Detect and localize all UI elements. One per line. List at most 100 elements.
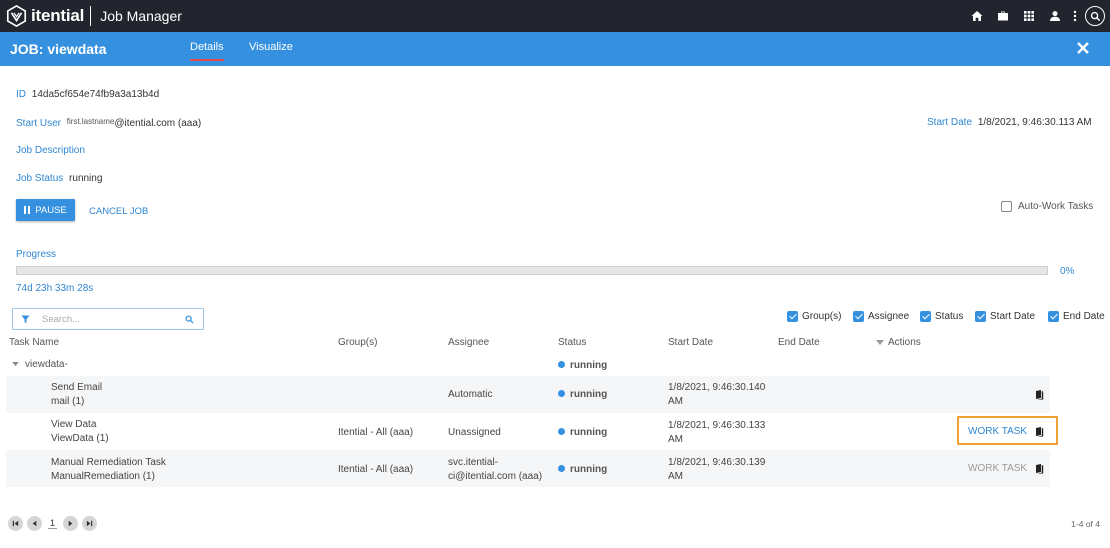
chevron-right-icon [68,520,73,527]
top-navigation-bar: itential Job Manager [0,0,1110,32]
header-assignee[interactable]: Assignee [448,337,489,348]
status-dot-icon [558,465,565,472]
job-header-bar: JOB: viewdata Details Visualize [0,32,1110,66]
pause-icon [24,206,31,214]
auto-work-tasks-toggle[interactable]: Auto-Work Tasks [1001,201,1093,212]
toggle-assignee-column[interactable]: Assignee [853,311,909,322]
brand-name: itential [31,6,85,25]
progress-bar [16,266,1048,275]
close-button[interactable] [1076,41,1090,55]
status-dot-icon [558,361,565,368]
groups-column-checkbox[interactable] [787,311,798,322]
start-date-column-label: Start Date [990,311,1036,322]
toggle-start-date-column[interactable]: Start Date [975,311,1035,322]
apps-grid-icon[interactable] [1016,0,1042,32]
task-name: View Data [51,419,97,430]
status-dot-icon [558,428,565,435]
task-details-icon[interactable] [1035,464,1044,474]
task-assignee: svc.itential- [448,457,499,468]
brand-divider [90,6,92,26]
work-task-button[interactable]: WORK TASK [968,463,1027,474]
search-icon [1085,6,1105,26]
start-user-label: Start User [16,118,62,129]
header-status[interactable]: Status [558,337,586,348]
task-search-input[interactable] [42,312,182,327]
next-page-button[interactable] [63,516,79,531]
header-start-date[interactable]: Start Date [668,337,713,348]
table-row[interactable]: Manual Remediation Task ManualRemediatio… [6,450,1050,487]
previous-page-button[interactable] [27,516,42,531]
sort-down-icon [876,339,884,345]
task-search-box [12,308,204,330]
search-icon[interactable] [185,315,194,324]
job-status-value: running [69,173,103,184]
last-page-button[interactable] [82,516,98,531]
job-description-label: Job Description [16,145,85,156]
job-id-value: 14da5cf654e74fb9a3a13b4d [31,89,160,100]
start-user-name: first.lastname [66,117,115,126]
first-page-button[interactable] [8,516,23,531]
table-row[interactable]: Send Email mail (1) Automatic running 1/… [6,376,1050,413]
pause-button[interactable]: PAUSE [16,199,75,221]
assignee-column-label: Assignee [868,311,910,322]
task-assignee: Unassigned [448,427,501,438]
briefcase-icon[interactable] [990,0,1016,32]
task-subname: ViewData (1) [51,433,109,444]
task-details-icon[interactable] [1035,390,1044,400]
task-groups: Itential - All (aaa) [338,464,414,475]
job-title: JOB: viewdata [10,41,107,57]
toggle-status-column[interactable]: Status [920,311,963,322]
close-icon [1077,42,1089,54]
task-start-date-ampm: AM [668,471,683,482]
tab-details[interactable]: Details [190,41,224,61]
header-task-name[interactable]: Task Name [9,337,59,348]
header-groups[interactable]: Group(s) [338,337,377,348]
task-status: running [558,426,607,439]
cancel-job-button[interactable]: CANCEL JOB [89,206,148,217]
last-page-icon [86,520,93,527]
start-date-value: 1/8/2021, 9:46:30.113 AM [977,117,1092,128]
table-row[interactable]: View Data ViewData (1) Itential - All (a… [6,413,1050,450]
more-vertical-icon[interactable] [1068,0,1082,32]
status-column-checkbox[interactable] [920,311,931,322]
task-start-date: 1/8/2021, 9:46:30.133 [668,420,766,431]
auto-work-tasks-checkbox[interactable] [1001,201,1012,212]
end-date-column-label: End Date [1063,311,1105,322]
current-page[interactable]: 1 [48,518,58,529]
user-icon[interactable] [1042,0,1068,32]
pagination: 1 [8,516,101,531]
task-start-date: 1/8/2021, 9:46:30.139 [668,457,766,468]
groups-column-label: Group(s) [802,311,842,322]
task-assignee: Automatic [448,389,493,400]
task-start-date-ampm: AM [668,396,683,407]
first-page-icon [12,520,19,527]
end-date-column-checkbox[interactable] [1048,311,1059,322]
job-status-field: Job Status running [16,173,102,184]
status-dot-icon [558,390,565,397]
start-date-label: Start Date [927,117,973,128]
filter-icon[interactable] [21,315,30,324]
toggle-groups-column[interactable]: Group(s) [787,311,841,322]
job-id-field: ID 14da5cf654e74fb9a3a13b4d [16,89,159,100]
home-icon[interactable] [964,0,990,32]
header-end-date[interactable]: End Date [778,337,820,348]
task-name: Send Email [51,382,103,393]
chevron-down-icon[interactable] [12,362,19,367]
header-actions[interactable]: Actions [876,337,921,348]
global-search-button[interactable] [1082,0,1108,32]
work-task-highlight [957,416,1058,445]
task-subname: ManualRemediation (1) [51,471,155,482]
group-name: viewdata- [25,359,68,370]
start-user-field: Start User first.lastname@itential.com (… [16,117,201,129]
toggle-end-date-column[interactable]: End Date [1048,311,1105,322]
status-column-label: Status [935,311,964,322]
task-start-date-ampm: AM [668,434,683,445]
auto-work-tasks-label: Auto-Work Tasks [1018,201,1094,212]
assignee-column-checkbox[interactable] [853,311,864,322]
start-date-column-checkbox[interactable] [975,311,986,322]
task-status: running [558,388,607,401]
tab-visualize[interactable]: Visualize [249,41,293,53]
task-subname: mail (1) [51,396,85,407]
pause-button-label: PAUSE [35,204,67,216]
task-group-row[interactable]: viewdata- running [6,355,1050,375]
